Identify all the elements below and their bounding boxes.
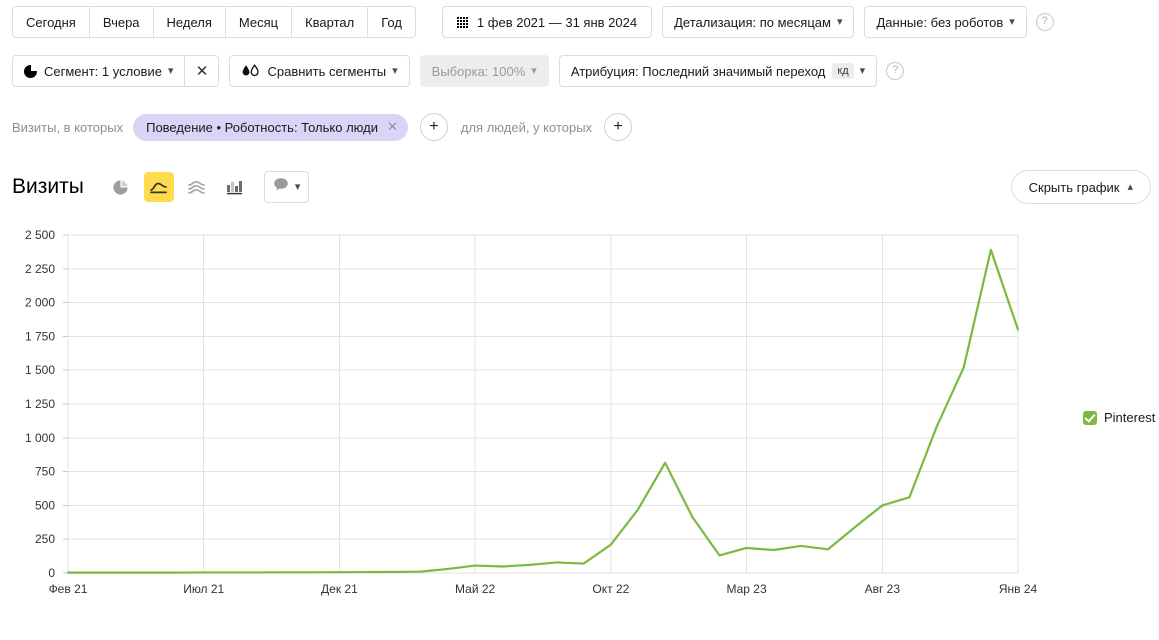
segment-label: Сегмент: 1 условие — [44, 63, 162, 79]
comments-dropdown[interactable]: ▾ — [263, 171, 310, 203]
page-title: Визиты — [12, 175, 84, 198]
period-week[interactable]: Неделя — [153, 6, 226, 38]
attribution-dropdown[interactable]: Атрибуция: Последний значимый переход кд… — [558, 55, 878, 87]
filter-chip-robotness[interactable]: Поведение • Роботность: Только люди ✕ — [133, 113, 408, 141]
svg-text:1 500: 1 500 — [25, 363, 55, 377]
svg-text:2 250: 2 250 — [25, 262, 55, 276]
svg-text:500: 500 — [35, 498, 55, 512]
pie-chart-icon[interactable] — [106, 172, 136, 202]
detail-level-label: Детализация: по месяцам — [674, 14, 831, 30]
period-toolbar: Сегодня Вчера Неделя Месяц Квартал Год 1… — [12, 6, 1054, 38]
svg-text:Июл 21: Июл 21 — [183, 582, 224, 596]
chevron-down-icon: ▾ — [859, 64, 866, 77]
svg-text:Май 22: Май 22 — [455, 582, 496, 596]
segment-toolbar: Сегмент: 1 условие ▾ ✕ Сравнить сегменты… — [12, 55, 905, 87]
help-icon[interactable]: ? — [886, 62, 905, 80]
filter-row: Визиты, в которых Поведение • Роботность… — [12, 113, 633, 141]
data-source-label: Данные: без роботов — [876, 14, 1004, 30]
period-month[interactable]: Месяц — [225, 6, 293, 38]
chevron-down-icon: ▾ — [531, 64, 537, 77]
chart-series — [66, 248, 1020, 574]
area-chart-icon[interactable] — [182, 172, 212, 202]
period-yesterday[interactable]: Вчера — [89, 6, 154, 38]
compare-segments-label: Сравнить сегменты — [267, 63, 387, 79]
svg-text:1 750: 1 750 — [25, 329, 55, 343]
hide-chart-label: Скрыть график — [1028, 179, 1120, 195]
period-year[interactable]: Год — [368, 6, 416, 38]
close-icon[interactable]: ✕ — [387, 119, 398, 135]
attribution-badge: кд — [832, 63, 854, 79]
svg-text:Авг 23: Авг 23 — [865, 582, 901, 596]
period-quarter[interactable]: Квартал — [292, 6, 369, 38]
chevron-up-icon: ▴ — [1127, 180, 1133, 193]
add-visit-filter-button[interactable]: + — [419, 113, 448, 141]
segment-clear-button[interactable]: ✕ — [185, 55, 220, 87]
x-axis-labels: Фев 21 Июл 21 Дек 21 Май 22 Окт 22 Мар 23 Авг … — [49, 582, 1038, 596]
chevron-down-icon: ▾ — [167, 64, 174, 77]
period-today[interactable]: Сегодня — [12, 6, 90, 38]
date-range-button[interactable]: 1 фев 2021 — 31 янв 2024 — [441, 6, 653, 38]
legend-label-pinterest: Pinterest — [1104, 410, 1156, 425]
svg-text:Окт 22: Окт 22 — [592, 582, 629, 596]
compare-segments-button[interactable]: Сравнить сегменты ▾ — [229, 55, 410, 87]
data-source-dropdown[interactable]: Данные: без роботов ▾ — [864, 6, 1027, 38]
hide-chart-button[interactable]: Скрыть график ▴ — [1010, 170, 1151, 204]
period-button-group: Сегодня Вчера Неделя Месяц Квартал Год — [12, 6, 416, 38]
date-range-label: 1 фев 2021 — 31 янв 2024 — [476, 14, 638, 30]
legend-checkbox-pinterest[interactable] — [1083, 410, 1097, 425]
svg-text:250: 250 — [35, 532, 55, 546]
chart-gridlines — [63, 234, 1019, 574]
chevron-down-icon: ▾ — [392, 64, 398, 77]
add-people-filter-button[interactable]: + — [604, 113, 633, 141]
droplets-icon — [241, 64, 260, 78]
svg-text:0: 0 — [48, 566, 55, 580]
chart-container: 0 250 500 750 1 000 1 250 1 500 1 750 2 000 2 250… — [0, 215, 1159, 605]
pie-chart-icon — [24, 63, 38, 78]
svg-text:Дек 21: Дек 21 — [321, 582, 358, 596]
chevron-down-icon: ▾ — [294, 180, 301, 193]
chart-header: Визиты ▾ Скрыть график ▴ — [12, 170, 1151, 204]
sampling-label: Выборка: 100% — [431, 63, 526, 79]
attribution-label: Атрибуция: Последний значимый переход — [570, 63, 826, 79]
calendar-icon — [456, 16, 468, 28]
svg-text:1 250: 1 250 — [25, 397, 55, 411]
filter-chip-label: Поведение • Роботность: Только люди — [146, 119, 378, 135]
chevron-down-icon: ▾ — [1009, 15, 1015, 28]
bar-chart-icon[interactable] — [220, 172, 250, 202]
comment-bubble-icon — [273, 177, 289, 197]
svg-text:2 500: 2 500 — [25, 228, 55, 242]
svg-text:Фев 21: Фев 21 — [49, 582, 88, 596]
svg-text:Янв 24: Янв 24 — [999, 582, 1038, 596]
segment-dropdown[interactable]: Сегмент: 1 условие ▾ — [12, 55, 186, 87]
chevron-down-icon: ▾ — [836, 15, 843, 28]
y-axis-labels: 0 250 500 750 1 000 1 250 1 500 1 750 2 000 2 250… — [25, 228, 55, 580]
svg-text:Мар 23: Мар 23 — [726, 582, 766, 596]
help-icon[interactable]: ? — [1035, 13, 1054, 31]
detail-level-dropdown[interactable]: Детализация: по месяцам ▾ — [662, 6, 855, 38]
sampling-dropdown[interactable]: Выборка: 100% ▾ — [419, 55, 549, 87]
line-chart-icon[interactable] — [143, 172, 174, 202]
filter-middle-label: для людей, у которых — [460, 119, 593, 135]
svg-text:750: 750 — [35, 465, 55, 479]
filter-prefix-label: Визиты, в которых — [12, 119, 124, 135]
chart-legend[interactable]: Pinterest — [1083, 410, 1155, 425]
visits-line-chart[interactable]: 0 250 500 750 1 000 1 250 1 500 1 750 2 000 2 250… — [0, 215, 1159, 605]
svg-text:1 000: 1 000 — [25, 431, 55, 445]
svg-text:2 000: 2 000 — [25, 296, 55, 310]
